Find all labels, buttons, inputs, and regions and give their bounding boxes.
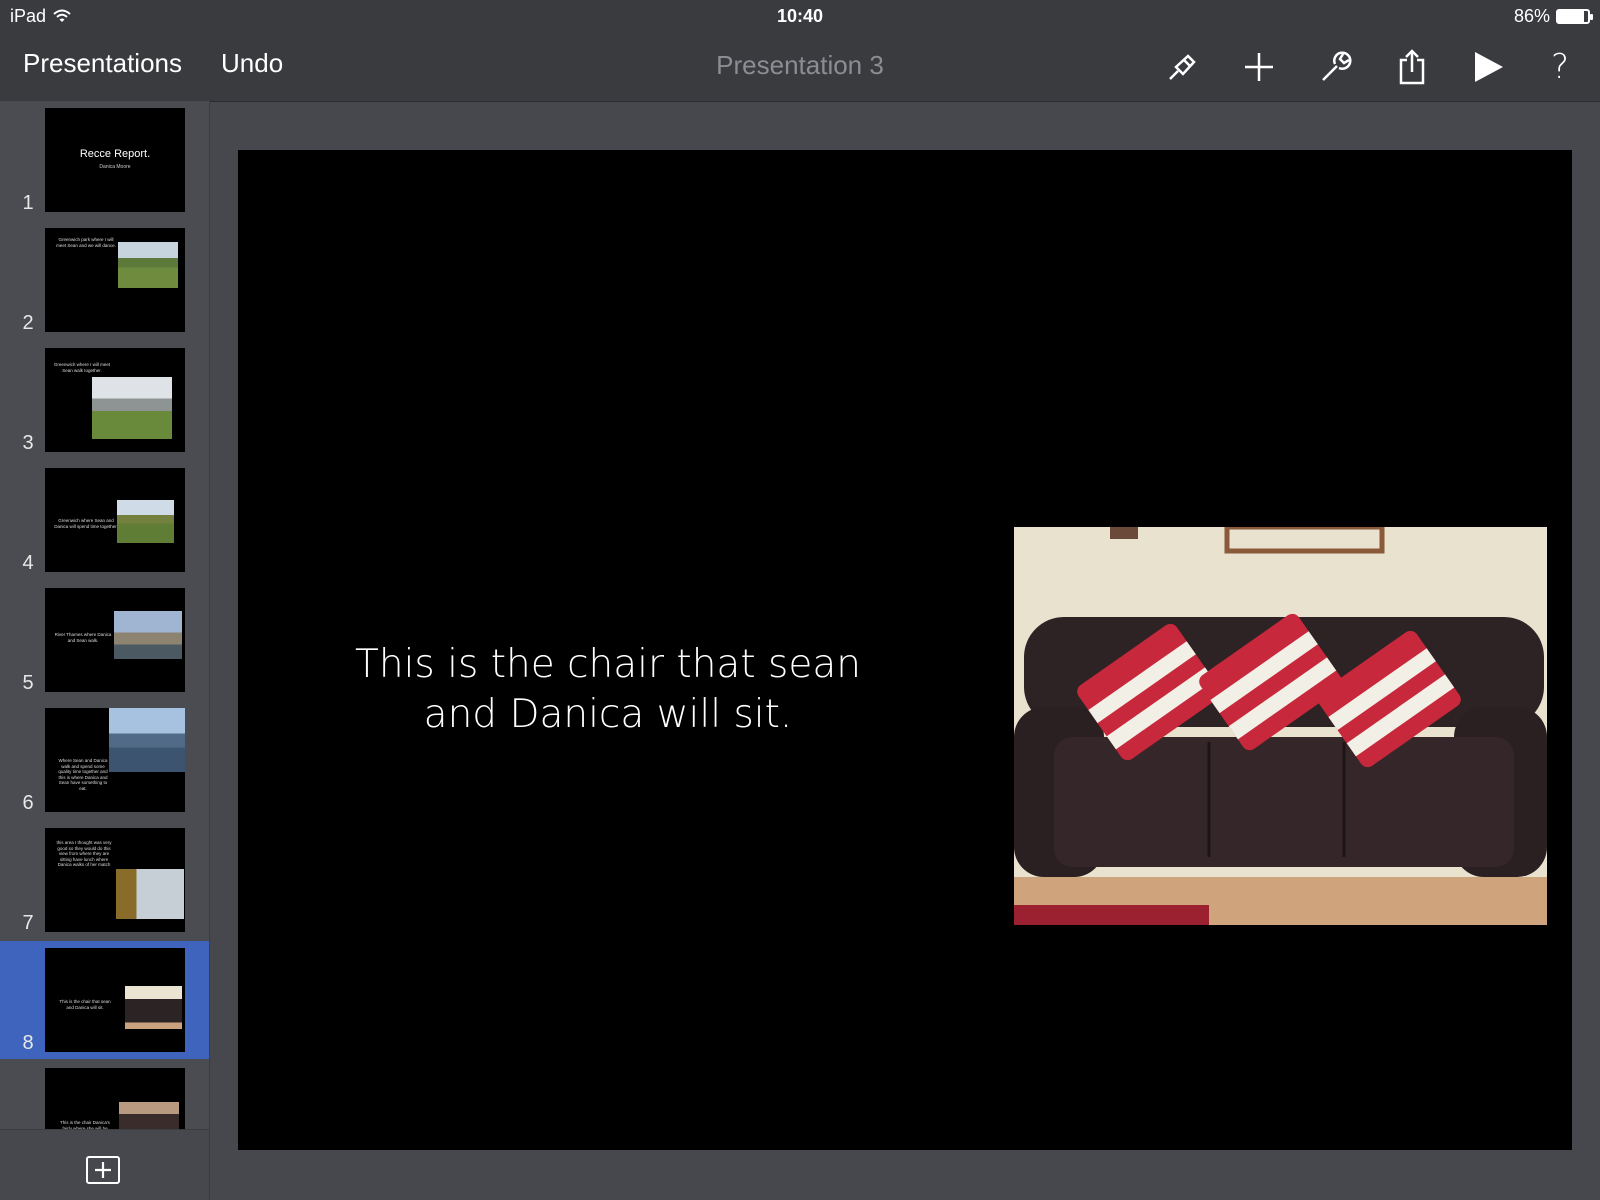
wrench-icon[interactable] — [1315, 46, 1357, 88]
slide-number: 1 — [22, 192, 34, 214]
slide-number: 7 — [22, 912, 34, 934]
thumb-text: River Thames where Danica and Sean walk. — [54, 632, 112, 643]
paintbrush-icon[interactable] — [1162, 46, 1204, 88]
battery-percent: 86% — [1513, 6, 1550, 26]
thumb-text: Greenwich where Sean and Danica will spe… — [54, 518, 118, 529]
thumb-text: Where Sean and Danica walk and spend som… — [58, 758, 108, 791]
thumbnail-canvas: Greenwich where Sean and Danica will spe… — [45, 468, 185, 572]
thumbnail-canvas: River Thames where Danica and Sean walk. — [45, 588, 185, 692]
battery-icon — [1556, 9, 1593, 24]
thumb-landscape-photo — [92, 377, 172, 439]
thumb-bridge-photo — [109, 708, 185, 772]
thumbnail-canvas: This is the chair that sean and Danica w… — [45, 948, 185, 1052]
thumb-title: Recce Report. — [79, 148, 151, 160]
sofa-photo[interactable] — [1014, 527, 1547, 925]
sidebar-footer — [0, 1129, 209, 1200]
plus-square-icon[interactable] — [86, 1156, 120, 1184]
slide-navigator[interactable]: Recce Report. Danica Moore 1 Greenwich p… — [0, 101, 210, 1200]
thumbnail-canvas: Where Sean and Danica walk and spend som… — [45, 708, 185, 812]
document-title: Presentation 3 — [716, 50, 884, 80]
slide-number: 2 — [22, 312, 34, 334]
battery-group: 86% — [1513, 6, 1593, 27]
thumbnail-canvas: this area I thought was very good so the… — [45, 828, 185, 932]
thumb-text: this area I thought was very good so the… — [56, 840, 112, 867]
plus-icon[interactable] — [1238, 46, 1280, 88]
thumb-sofa-photo — [125, 986, 182, 1029]
thumb-river-photo — [114, 611, 182, 659]
slide-text-box[interactable]: This is the chair that sean and Danica w… — [328, 640, 888, 740]
slide-thumbnail-1[interactable]: Recce Report. Danica Moore 1 — [0, 101, 209, 219]
slide-thumbnail-7[interactable]: this area I thought was very good so the… — [0, 821, 209, 939]
thumbnail-canvas: Greenwich where I will meet Sean walk to… — [45, 348, 185, 452]
play-icon[interactable] — [1467, 46, 1509, 88]
clock: 10:40 — [776, 6, 824, 26]
thumb-text: This is the chair that sean and Danica w… — [59, 999, 111, 1010]
status-bar: iPad 10:40 86% — [0, 0, 1600, 34]
toolbar: Presentations Undo Presentation 3 ? — [0, 34, 1600, 102]
thumbnail-canvas: Greenwich park where I will meet Sean an… — [45, 228, 185, 332]
slide-canvas[interactable]: This is the chair that sean and Danica w… — [238, 150, 1572, 1150]
thumb-text: Greenwich park where I will meet Sean an… — [56, 237, 116, 248]
thumb-park-photo — [118, 242, 178, 288]
thumbnail-canvas: Recce Report. Danica Moore — [45, 108, 185, 212]
slide-thumbnail-2[interactable]: Greenwich park where I will meet Sean an… — [0, 221, 209, 339]
slide-thumbnail-8[interactable]: This is the chair that sean and Danica w… — [0, 941, 209, 1059]
slide-thumbnail-6[interactable]: Where Sean and Danica walk and spend som… — [0, 701, 209, 819]
thumb-text: Greenwich where I will meet Sean walk to… — [53, 362, 111, 373]
help-icon[interactable]: ? — [1539, 46, 1581, 88]
thumb-tree-photo — [116, 869, 184, 919]
slide-number: 3 — [22, 432, 34, 454]
slide-number: 4 — [22, 552, 34, 574]
slide-thumbnail-5[interactable]: River Thames where Danica and Sean walk.… — [0, 581, 209, 699]
sofa-illustration — [1014, 527, 1547, 925]
slide-thumbnail-4[interactable]: Greenwich where Sean and Danica will spe… — [0, 461, 209, 579]
thumb-subtitle: Danica Moore — [99, 164, 131, 170]
slide-number: 5 — [22, 672, 34, 694]
slide-number: 6 — [22, 792, 34, 814]
thumb-park-photo — [117, 500, 174, 543]
slide-number: 8 — [22, 1032, 34, 1054]
slide-thumbnail-3[interactable]: Greenwich where I will meet Sean walk to… — [0, 341, 209, 459]
share-icon[interactable] — [1391, 46, 1433, 88]
